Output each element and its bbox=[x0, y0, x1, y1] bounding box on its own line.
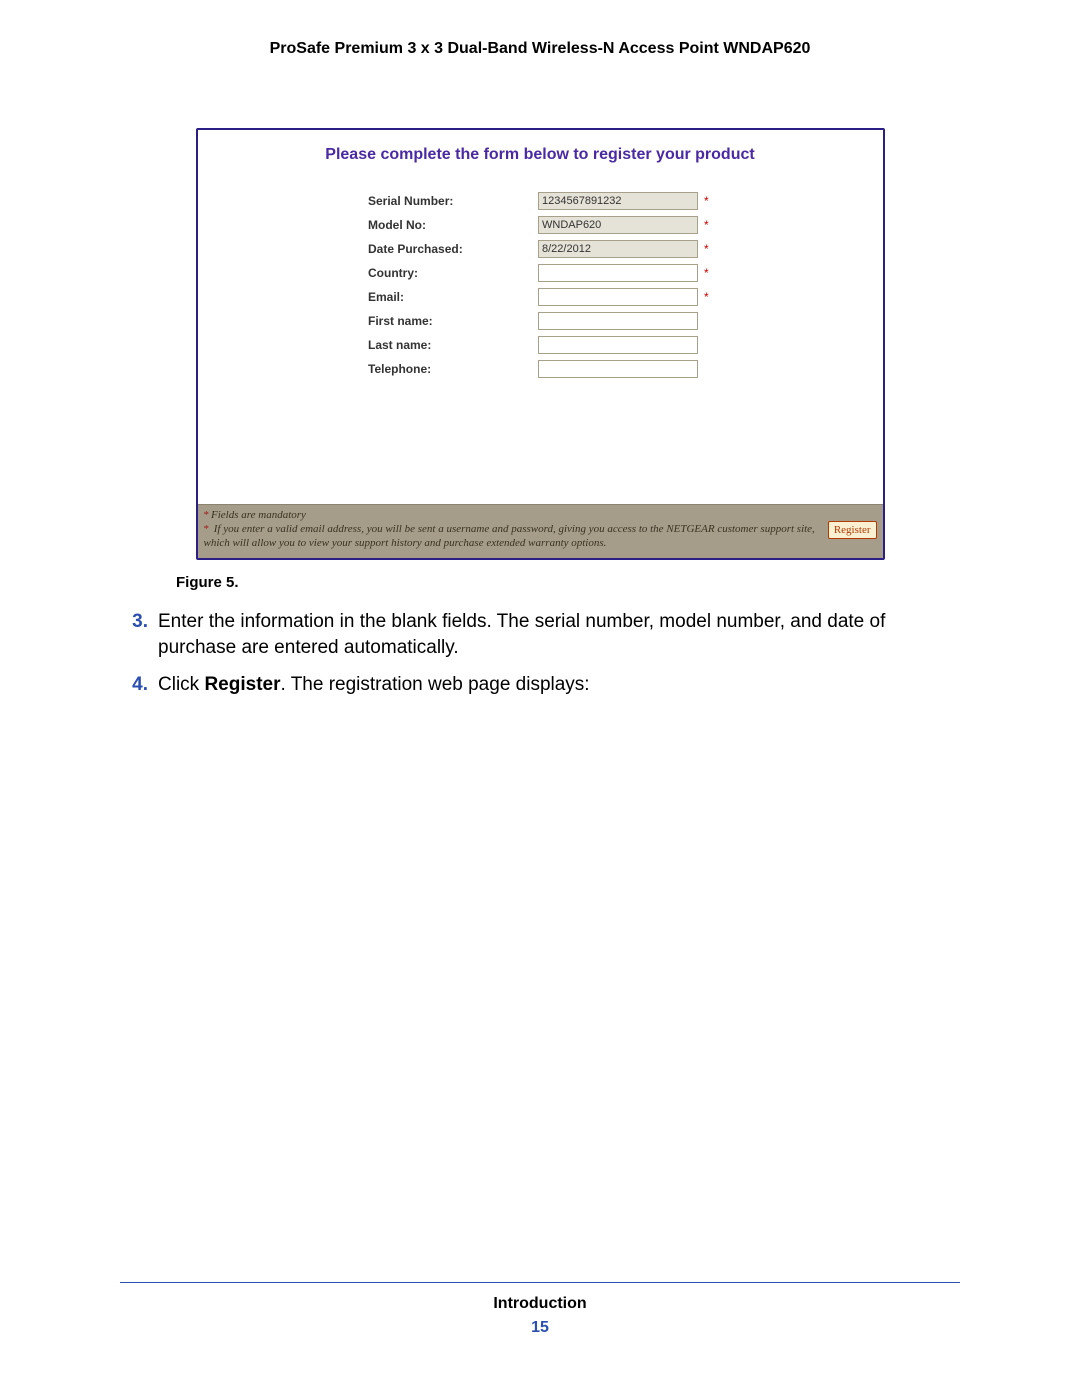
model-no-label: Model No: bbox=[368, 218, 538, 232]
row-first-name: First name: bbox=[368, 312, 712, 330]
registration-form: Serial Number: * Model No: * Date Purcha… bbox=[368, 192, 712, 384]
last-name-label: Last name: bbox=[368, 338, 538, 352]
date-purchased-input[interactable] bbox=[538, 240, 698, 258]
country-input[interactable] bbox=[538, 264, 698, 282]
telephone-label: Telephone: bbox=[368, 362, 538, 376]
step-4: 4. Click Register. The registration web … bbox=[120, 672, 960, 698]
row-last-name: Last name: bbox=[368, 336, 712, 354]
step-4-number: 4. bbox=[120, 672, 148, 698]
footer-page-number: 15 bbox=[120, 1319, 960, 1337]
figure-caption: Figure 5. bbox=[176, 574, 960, 591]
footnote-line2: If you enter a valid email address, you … bbox=[204, 523, 815, 549]
registration-panel: Please complete the form below to regist… bbox=[196, 128, 885, 560]
row-country: Country: * bbox=[368, 264, 712, 282]
footnote-star-icon: * bbox=[204, 509, 210, 521]
required-star-icon: * bbox=[704, 218, 712, 232]
required-star-icon: * bbox=[704, 194, 712, 208]
serial-number-input[interactable] bbox=[538, 192, 698, 210]
last-name-input[interactable] bbox=[538, 336, 698, 354]
row-model-no: Model No: * bbox=[368, 216, 712, 234]
first-name-label: First name: bbox=[368, 314, 538, 328]
row-email: Email: * bbox=[368, 288, 712, 306]
step-4-text: Click Register. The registration web pag… bbox=[158, 672, 960, 698]
email-input[interactable] bbox=[538, 288, 698, 306]
required-star-icon: * bbox=[704, 290, 712, 304]
required-star-icon: * bbox=[704, 266, 712, 280]
step-3-number: 3. bbox=[120, 609, 148, 661]
page-footer: Introduction 15 bbox=[120, 1282, 960, 1337]
footnote-line1: Fields are mandatory bbox=[211, 509, 306, 521]
form-title: Please complete the form below to regist… bbox=[218, 146, 863, 164]
country-label: Country: bbox=[368, 266, 538, 280]
row-date-purchased: Date Purchased: * bbox=[368, 240, 712, 258]
model-no-input[interactable] bbox=[538, 216, 698, 234]
footer-chapter: Introduction bbox=[120, 1295, 960, 1313]
email-label: Email: bbox=[368, 290, 538, 304]
doc-header-title: ProSafe Premium 3 x 3 Dual-Band Wireless… bbox=[120, 40, 960, 58]
register-button[interactable]: Register bbox=[828, 521, 877, 539]
footer-rule bbox=[120, 1282, 960, 1283]
first-name-input[interactable] bbox=[538, 312, 698, 330]
date-purchased-label: Date Purchased: bbox=[368, 242, 538, 256]
required-star-icon: * bbox=[704, 242, 712, 256]
step-3: 3. Enter the information in the blank fi… bbox=[120, 609, 960, 661]
telephone-input[interactable] bbox=[538, 360, 698, 378]
row-serial-number: Serial Number: * bbox=[368, 192, 712, 210]
footnote-star-icon: * bbox=[204, 523, 210, 535]
step-3-text: Enter the information in the blank field… bbox=[158, 609, 960, 661]
serial-number-label: Serial Number: bbox=[368, 194, 538, 208]
panel-footer: *Fields are mandatory * If you enter a v… bbox=[198, 504, 883, 558]
row-telephone: Telephone: bbox=[368, 360, 712, 378]
